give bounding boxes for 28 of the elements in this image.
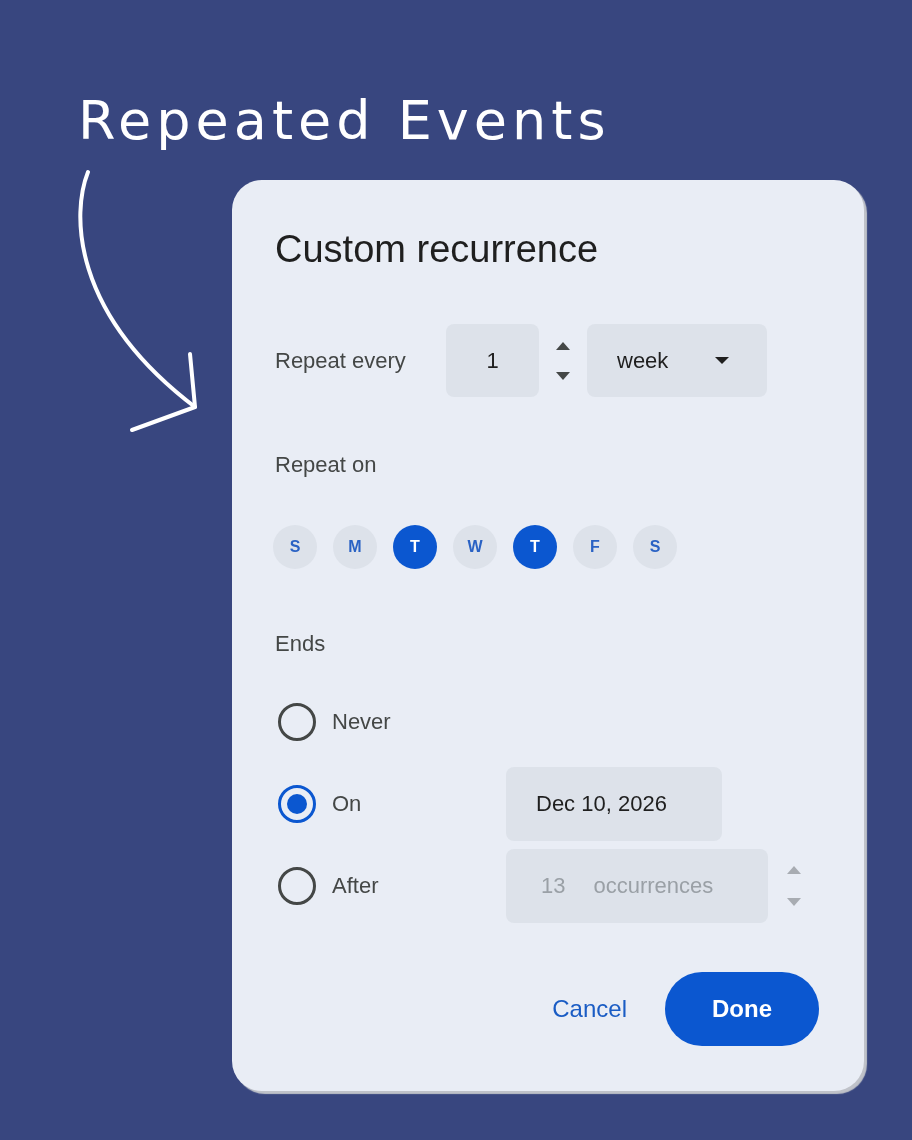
option-label: On: [332, 791, 362, 817]
radio-button[interactable]: [278, 867, 316, 905]
day-toggle[interactable]: F: [573, 525, 617, 569]
day-toggle[interactable]: S: [273, 525, 317, 569]
day-toggle[interactable]: M: [333, 525, 377, 569]
day-toggle[interactable]: S: [633, 525, 677, 569]
occurrences-unit: occurrences: [593, 873, 714, 899]
date-field[interactable]: Dec 10, 2026: [506, 767, 722, 841]
radio-button[interactable]: [278, 703, 316, 741]
day-toggle[interactable]: W: [453, 525, 497, 569]
option-label: Never: [332, 709, 391, 735]
increment-icon[interactable]: [556, 341, 570, 350]
repeat-every-label: Repeat every: [275, 346, 407, 375]
cancel-button[interactable]: Cancel: [552, 995, 627, 1023]
interval-field[interactable]: 1: [446, 324, 539, 397]
day-toggle[interactable]: T: [513, 525, 557, 569]
option-label: After: [332, 873, 379, 899]
unit-dropdown[interactable]: week: [587, 324, 767, 397]
occurrences-count: 13: [541, 873, 566, 899]
dialog-title: Custom recurrence: [275, 227, 599, 272]
radio-button[interactable]: [278, 785, 316, 823]
repeat-on-label: Repeat on: [275, 451, 377, 479]
done-button[interactable]: Done: [665, 972, 819, 1046]
ends-label: Ends: [275, 630, 326, 658]
caret-down-icon: [715, 357, 729, 364]
day-toggle[interactable]: T: [393, 525, 437, 569]
decrement-icon[interactable]: [556, 371, 570, 380]
annotation-title: Repeated Events: [78, 88, 611, 154]
